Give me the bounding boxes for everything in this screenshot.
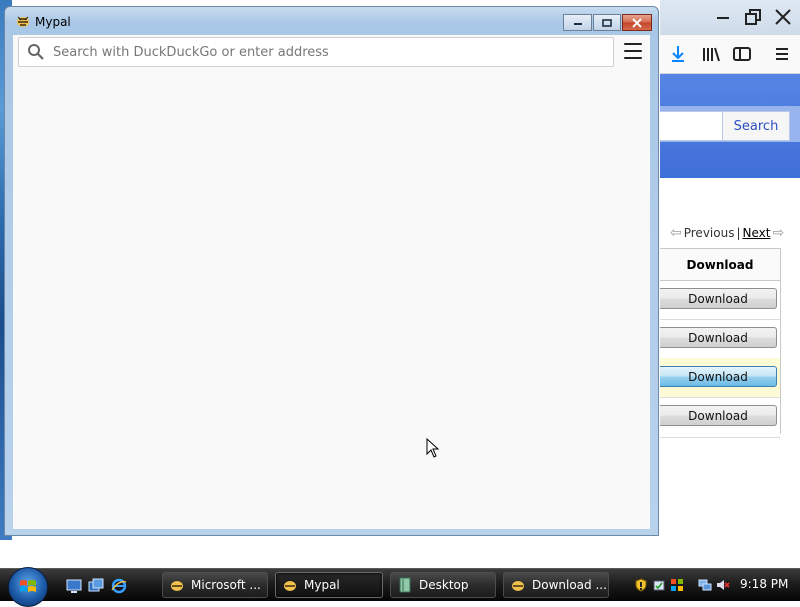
table-row: Download [660, 320, 780, 360]
taskbar-item-label: Download ... [532, 578, 607, 592]
download-button[interactable]: Download [660, 405, 777, 426]
background-browser-window[interactable]: Search ⇦ Previous | Next ⇨ Download Down… [660, 0, 800, 540]
sidebar-icon[interactable] [731, 44, 753, 64]
taskbar-item-label: Mypal [304, 578, 340, 592]
security-shield-icon[interactable] [634, 578, 648, 592]
download-table: Download Download Download Download Down… [660, 248, 781, 438]
mypal-app-icon [512, 581, 524, 591]
clock[interactable]: 9:18 PM [740, 577, 788, 591]
system-tray: 9:18 PM [626, 569, 800, 601]
hamburger-menu-icon[interactable] [771, 44, 793, 64]
restore-icon[interactable] [740, 5, 766, 29]
update-icon[interactable] [652, 578, 666, 592]
next-link[interactable]: Next [743, 226, 771, 240]
mypal-window[interactable]: Mypal [4, 6, 659, 536]
minimize-button[interactable] [563, 14, 592, 31]
site-search-input[interactable] [660, 111, 723, 141]
pager: ⇦ Previous | Next ⇨ [670, 224, 798, 242]
table-header: Download [660, 248, 780, 281]
next-arrow-icon[interactable]: ⇨ [772, 225, 784, 241]
table-row: Download [660, 280, 780, 320]
table-row: Download [660, 398, 780, 438]
mouse-cursor-icon [426, 438, 440, 458]
close-button[interactable] [622, 14, 652, 31]
site-search-button[interactable]: Search [722, 111, 790, 141]
taskbar-item-mypal[interactable]: Mypal [275, 572, 383, 598]
restore-icon [602, 18, 612, 27]
window-title: Mypal [35, 15, 71, 29]
page-content-area[interactable] [13, 77, 650, 529]
background-titlebar [660, 0, 800, 35]
search-icon [28, 44, 44, 60]
windows-flag-icon [20, 580, 36, 592]
windows-flag-tray-icon[interactable] [670, 578, 684, 592]
minimize-icon [573, 22, 582, 25]
table-row: Download [660, 358, 780, 398]
background-toolbar [660, 35, 800, 74]
taskbar-item-label: Microsoft ... [191, 578, 261, 592]
previous-arrow-icon[interactable]: ⇦ [670, 225, 682, 241]
internet-explorer-icon[interactable] [111, 578, 127, 594]
restore-button[interactable] [593, 14, 621, 31]
url-bar[interactable] [18, 37, 614, 67]
download-button[interactable]: Download [660, 288, 777, 309]
taskbar-item-microsoft[interactable]: Microsoft ... [162, 572, 268, 598]
mypal-app-icon [171, 581, 183, 591]
browser-client-area [13, 35, 650, 529]
switch-windows-icon[interactable] [88, 578, 104, 594]
network-icon[interactable] [698, 578, 712, 592]
mypal-app-icon [17, 16, 29, 27]
previous-link[interactable]: Previous [684, 226, 735, 240]
download-arrow-icon[interactable] [667, 44, 689, 64]
taskbar-item-label: Desktop [419, 578, 469, 592]
library-icon[interactable] [700, 44, 722, 64]
mypal-app-icon [284, 581, 296, 591]
navigation-toolbar [13, 35, 650, 77]
taskbar-item-download[interactable]: Download ... [503, 572, 609, 598]
taskbar: Microsoft ... Mypal Desktop Download ...… [0, 567, 800, 607]
download-button[interactable]: Download [660, 327, 777, 348]
taskbar-item-desktop[interactable]: Desktop [390, 572, 496, 598]
close-icon [632, 17, 642, 28]
start-button[interactable] [8, 567, 48, 607]
volume-muted-icon[interactable] [716, 578, 730, 592]
show-desktop-icon[interactable] [66, 578, 82, 594]
minimize-icon[interactable] [710, 5, 736, 29]
folder-icon [399, 577, 411, 593]
pager-separator: | [736, 226, 741, 240]
address-input[interactable] [51, 38, 613, 66]
download-button[interactable]: Download [660, 366, 777, 387]
close-icon[interactable] [770, 5, 796, 29]
hamburger-menu-icon[interactable] [624, 43, 642, 59]
